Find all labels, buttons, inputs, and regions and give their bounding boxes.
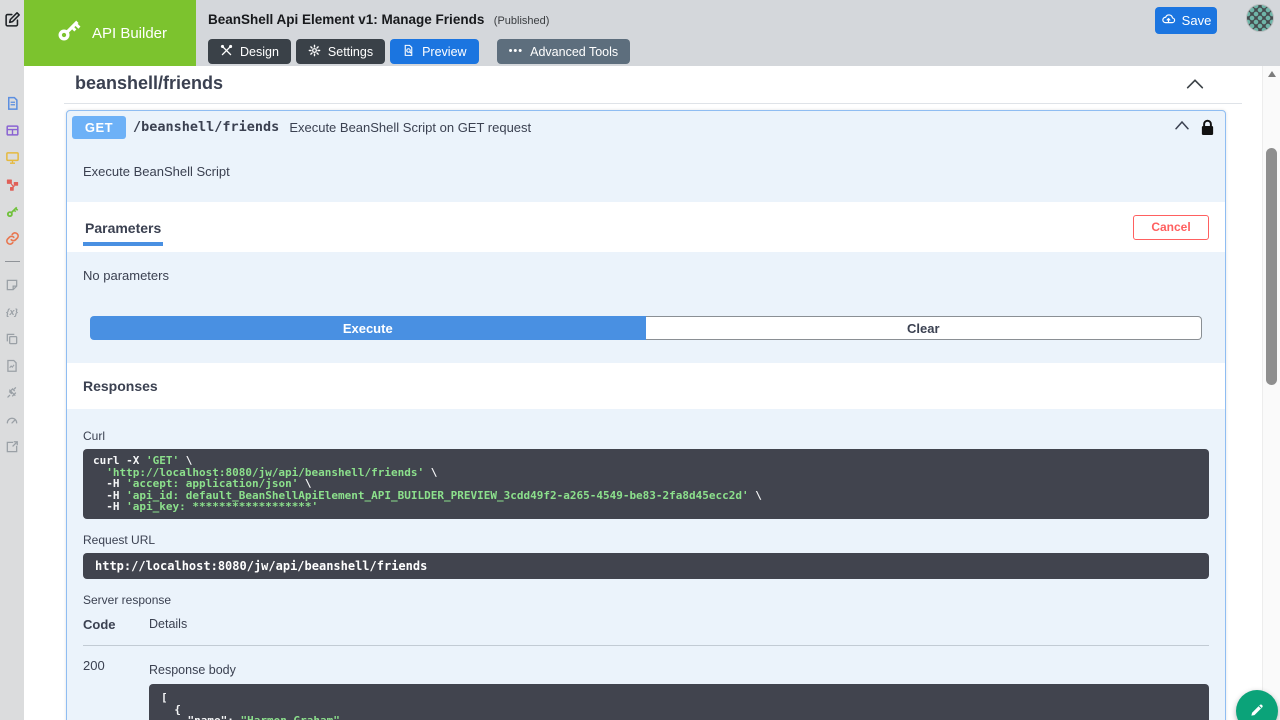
responses-body: Curl curl -X 'GET' \ 'http://localhost:8… xyxy=(67,409,1225,720)
grid-icon[interactable] xyxy=(4,122,21,139)
execute-button[interactable]: Execute xyxy=(90,316,646,340)
tab-settings[interactable]: Settings xyxy=(296,39,385,64)
response-body-label: Response body xyxy=(149,663,1209,677)
clear-button[interactable]: Clear xyxy=(646,316,1203,340)
user-avatar[interactable] xyxy=(1246,4,1274,32)
collapse-operation-icon[interactable] xyxy=(1173,118,1191,137)
curl-label: Curl xyxy=(83,429,1209,443)
report-icon[interactable] xyxy=(4,357,21,374)
lock-icon[interactable] xyxy=(1200,119,1215,136)
copy-icon[interactable] xyxy=(4,330,21,347)
publish-status: (Published) xyxy=(494,15,550,27)
code-column-header: Code xyxy=(83,617,149,632)
export-icon[interactable] xyxy=(4,438,21,455)
operation-summary[interactable]: GET /beanshell/friends Execute BeanShell… xyxy=(67,111,1225,143)
execute-row: Execute Clear xyxy=(67,316,1225,340)
document-icon[interactable] xyxy=(4,95,21,112)
braces-icon[interactable]: {x} xyxy=(4,303,21,320)
responses-header: Responses xyxy=(67,363,1225,409)
operation-description: Execute BeanShell Script xyxy=(67,143,1225,202)
get-operation-block: GET /beanshell/friends Execute BeanShell… xyxy=(66,110,1226,720)
details-column-header: Details xyxy=(149,617,187,632)
parameters-header: Parameters Cancel xyxy=(67,202,1225,252)
gauge-icon[interactable] xyxy=(4,411,21,428)
responses-title: Responses xyxy=(83,378,158,394)
page-title: BeanShell Api Element v1: Manage Friends xyxy=(208,12,484,27)
tab-advanced-tools[interactable]: ••• Advanced Tools xyxy=(497,39,631,64)
no-parameters-text: No parameters xyxy=(67,252,1225,283)
server-response-table: Code Details 200 Response body [ { "name… xyxy=(83,617,1209,720)
sitemap-icon[interactable] xyxy=(4,176,21,193)
scroll-up-arrow[interactable] xyxy=(1268,71,1276,77)
response-body-json: [ { "name": "Harmon Graham", "id": 0 }, … xyxy=(149,684,1209,720)
link-icon[interactable] xyxy=(4,230,21,247)
key-icon[interactable] xyxy=(4,203,21,220)
method-badge: GET xyxy=(72,116,126,139)
app-name: API Builder xyxy=(92,25,167,42)
pencil-icon xyxy=(1248,701,1266,720)
curl-command: curl -X 'GET' \ 'http://localhost:8080/j… xyxy=(83,449,1209,519)
design-icon xyxy=(220,44,233,60)
request-url-value: http://localhost:8080/jw/api/beanshell/f… xyxy=(83,553,1209,579)
response-status-code: 200 xyxy=(83,658,149,720)
builder-rail: {x} xyxy=(0,0,24,720)
section-divider xyxy=(64,103,1242,104)
key-logo-icon xyxy=(53,16,83,51)
plug-icon[interactable] xyxy=(4,384,21,401)
collapse-section-icon[interactable] xyxy=(1184,76,1206,97)
builder-icon-list: {x} xyxy=(4,95,21,455)
ellipsis-icon: ••• xyxy=(509,45,524,57)
edit-icon[interactable] xyxy=(4,11,21,33)
request-url-label: Request URL xyxy=(83,533,1209,547)
api-builder-logo[interactable]: API Builder xyxy=(24,0,196,66)
note-icon[interactable] xyxy=(4,276,21,293)
tab-preview[interactable]: Preview xyxy=(390,39,478,64)
save-button[interactable]: Save xyxy=(1155,7,1217,34)
cancel-button[interactable]: Cancel xyxy=(1133,215,1209,240)
operation-path: /beanshell/friends xyxy=(133,119,279,135)
monitor-icon[interactable] xyxy=(4,149,21,166)
gear-icon xyxy=(308,44,321,60)
rail-divider xyxy=(5,261,20,262)
server-response-label: Server response xyxy=(83,593,1209,607)
preview-icon xyxy=(402,44,415,60)
document-title: BeanShell Api Element v1: Manage Friends… xyxy=(208,11,549,29)
tab-parameters[interactable]: Parameters xyxy=(83,219,163,246)
api-tag-title: beanshell/friends xyxy=(75,73,223,94)
builder-tabs: Design Settings Preview ••• Advanced Too… xyxy=(208,39,630,64)
scrollbar-thumb[interactable] xyxy=(1266,148,1277,385)
cloud-upload-icon xyxy=(1161,12,1176,30)
preview-panel: beanshell/friends GET /beanshell/friends… xyxy=(24,66,1262,720)
response-row: 200 Response body [ { "name": "Harmon Gr… xyxy=(83,646,1209,720)
app-header: API Builder BeanShell Api Element v1: Ma… xyxy=(24,0,1280,66)
vertical-scrollbar[interactable] xyxy=(1262,66,1280,720)
operation-summary-text: Execute BeanShell Script on GET request xyxy=(289,120,531,135)
tab-design[interactable]: Design xyxy=(208,39,291,64)
